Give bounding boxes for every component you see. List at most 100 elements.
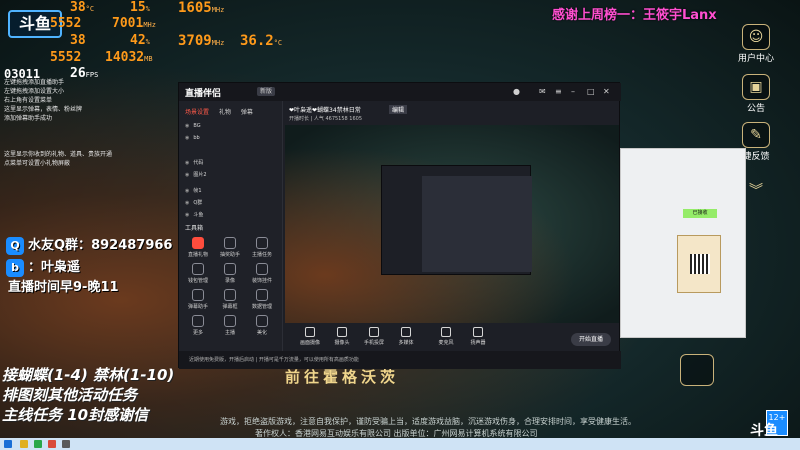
avatar[interactable]: ● (513, 87, 520, 96)
gift-icon (192, 237, 204, 249)
screen-capture-button[interactable]: 画面摄像 (295, 327, 325, 346)
streamer-icon (224, 315, 236, 327)
media-icon (401, 327, 411, 337)
tip-line: 添加弹幕助手成功 (4, 115, 53, 122)
disclaimer-line-1: 游戏，拒绝盗版游戏，注意自我保护，谨防受骗上当，适度游戏益脑，沉迷游戏伤身，合理… (220, 417, 636, 426)
speaker-button[interactable]: 扬声器 (463, 327, 493, 346)
lottery-icon (224, 237, 236, 249)
tool-gift[interactable]: 直播礼物 (183, 237, 213, 258)
camera-button[interactable]: 摄像头 (327, 327, 357, 346)
hw-clock: 1605MHz (178, 0, 225, 16)
hw-cpu-usage: 42% (130, 33, 150, 48)
app-icon[interactable] (62, 440, 70, 448)
tip-line: 这里显示你收到的礼物、道具、贵族开通 (4, 151, 113, 158)
notice-label: 公告 (746, 104, 765, 114)
app-footer: 近期使用免费版，开播后启动 | 开播可是千万流量，可以使用所有高画质功能 (179, 351, 621, 369)
thanks-banner: 感谢上周榜一：王筱宇Lanx (552, 8, 717, 23)
nested-app-preview (381, 165, 532, 275)
tip-line: 左键拖拽添加直播助手 (4, 79, 65, 86)
footer-notice: 近期使用免费版，开播后启动 | 开播可是千万流量，可以使用所有高画质功能 (189, 357, 359, 363)
eye-icon[interactable]: ◉ (185, 188, 189, 194)
tool-record[interactable]: 录像 (215, 263, 245, 284)
media-button[interactable]: 多媒体 (391, 327, 421, 346)
start-stream-button[interactable]: 开始直播 (571, 333, 611, 346)
feedback-icon: ✎ (742, 122, 770, 148)
user-center-button[interactable]: ☺ 用户中心 (736, 24, 776, 64)
decor-icon (256, 263, 268, 275)
hw-temp: 38°C (70, 0, 95, 15)
tool-streamer[interactable]: 主播 (215, 315, 245, 336)
tip-line: 这里显示弹幕，表情、粉丝牌 (4, 106, 83, 113)
eye-icon[interactable]: ◉ (185, 160, 189, 166)
eye-icon[interactable]: ◉ (185, 212, 189, 218)
game-banner: 前往霍格沃茨 (285, 368, 400, 386)
scene-item[interactable]: ◉ Q群 (185, 199, 202, 206)
folder-icon[interactable] (20, 440, 28, 448)
scene-item[interactable]: ◉ 斗鱼 (185, 211, 203, 218)
scene-item[interactable]: ◉ bb (185, 135, 200, 141)
app-icon[interactable] (34, 440, 42, 448)
schedule: 直播时间早9-晚11 (8, 280, 119, 295)
eye-icon[interactable]: ◉ (185, 123, 189, 129)
tab-scene[interactable]: 场景设置 (185, 109, 209, 116)
scene-item[interactable]: ◉ BG (185, 123, 201, 129)
hw-ram-a: 5552 (50, 50, 82, 65)
tool-danmaku-box[interactable]: 弹幕框 (215, 289, 245, 310)
tool-decor[interactable]: 装饰挂件 (247, 263, 277, 284)
tool-data[interactable]: 数据管理 (247, 289, 277, 310)
chat-window: 已接收 (620, 148, 746, 338)
minimize-icon[interactable]: – (571, 87, 575, 96)
tool-task[interactable]: 主播任务 (247, 237, 277, 258)
tool-danmaku[interactable]: 弹幕助手 (183, 289, 213, 310)
tool-beauty[interactable]: 美化 (247, 315, 277, 336)
qr-code (690, 254, 710, 274)
eye-icon[interactable]: ◉ (185, 172, 189, 178)
hw-cpu-temp2: 36.2°C (240, 33, 283, 49)
phone-cast-button[interactable]: 手机投屏 (359, 327, 389, 346)
room-edit-button[interactable]: 编辑 (389, 105, 408, 114)
user-center-label: 用户中心 (737, 54, 774, 64)
streaming-app-window: 直播伴侣 新版 ● ✉ ≡ – □ ✕ 场景设置 礼物 弹幕 ◉ BG ◉ bb ◉… (178, 82, 621, 369)
phone-icon (369, 327, 379, 337)
eye-icon[interactable]: ◉ (185, 135, 189, 141)
tab-gift[interactable]: 礼物 (219, 109, 231, 116)
task-line-2: 排图刻其他活动任务 (2, 386, 138, 404)
exit-game-button[interactable] (680, 354, 714, 386)
mail-icon[interactable]: ✉ (539, 87, 546, 96)
scene-item[interactable]: ◉ 图片2 (185, 171, 207, 178)
tool-lottery[interactable]: 抽奖助手 (215, 237, 245, 258)
bottom-stream-logo: 斗鱼 (750, 423, 778, 439)
bilibili-id: b ：叶枭遥 (6, 256, 80, 277)
tip-lines-gift: 这里显示你收到的礼物、道具、贵族开通 点菜单可设置小礼物屏蔽 (4, 150, 112, 168)
hw-cpu-clock: 3709MHz (178, 33, 225, 49)
danmaku-icon (192, 289, 204, 301)
tab-danmaku[interactable]: 弹幕 (241, 109, 253, 116)
hw-usage: 15% (130, 0, 150, 15)
mic-button[interactable]: 麦克风 (431, 327, 461, 346)
app-icon[interactable] (48, 440, 56, 448)
data-icon (256, 289, 268, 301)
tool-wallet[interactable]: 钱包管理 (183, 263, 213, 284)
qr-card (677, 235, 721, 293)
tool-more[interactable]: 更多 (183, 315, 213, 336)
menu-icon[interactable]: ≡ (555, 87, 562, 96)
close-icon[interactable]: ✕ (603, 87, 610, 96)
camera-icon (337, 327, 347, 337)
notice-icon: ▣ (742, 74, 770, 100)
start-icon[interactable] (4, 440, 12, 448)
tip-lines: 左键拖拽添加直播助手 左键拖拽添加设置大小 右上角有设置菜单 这里显示弹幕，表情… (4, 78, 82, 123)
scene-item[interactable]: ◉ 代码 (185, 159, 203, 166)
qq-number: 892487966 (91, 238, 173, 253)
app-bottom-bar: 画面摄像 摄像头 手机投屏 多媒体 麦克风 扬声器 开始直播 (285, 325, 619, 351)
hw-mem-a: 5552 (50, 16, 82, 31)
eye-icon[interactable]: ◉ (185, 200, 189, 206)
task-line-3: 主线任务 10封感谢信 (2, 406, 149, 424)
maximize-icon[interactable]: □ (587, 87, 595, 96)
scene-item[interactable]: ◉ 帧1 (185, 187, 202, 194)
qq-group: Q 水友Q群：892487966 (6, 234, 172, 255)
taskbar (0, 438, 800, 450)
record-icon (224, 263, 236, 275)
notice-button[interactable]: ▣ 公告 (736, 74, 776, 114)
beauty-icon (256, 315, 268, 327)
wallet-icon (192, 263, 204, 275)
